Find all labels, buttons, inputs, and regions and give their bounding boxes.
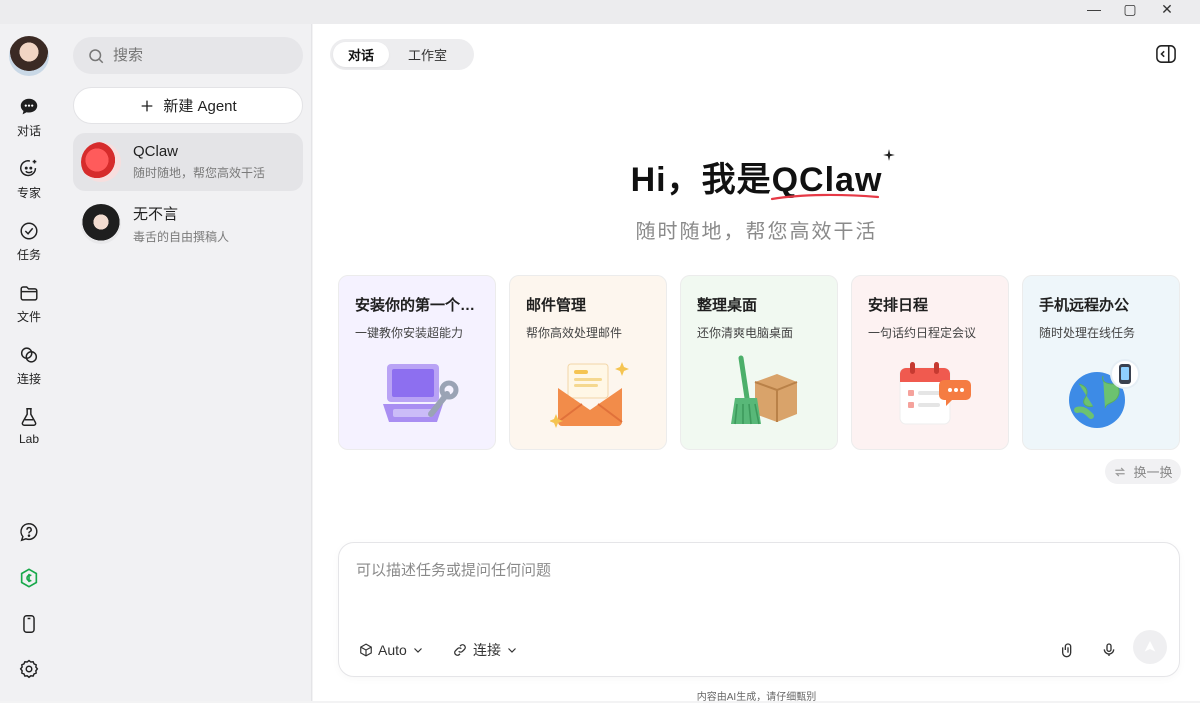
search-box[interactable] <box>73 37 303 74</box>
rail-item-tasks[interactable]: 任务 <box>0 220 58 263</box>
smile-sparkle-icon <box>20 159 37 177</box>
card-desc: 一键教你安装超能力 <box>355 326 464 340</box>
attach-button[interactable] <box>1056 638 1080 662</box>
tab-studio[interactable]: 工作室 <box>393 42 462 67</box>
minimize-button[interactable]: — <box>1076 0 1112 18</box>
search-input[interactable] <box>113 47 283 64</box>
credits-icon[interactable] <box>18 567 40 589</box>
connect-label: 连接 <box>473 642 501 658</box>
card-desktop-cleanup[interactable]: 整理桌面 还你清爽电脑桌面 <box>680 275 838 450</box>
rail-label: 专家 <box>16 186 41 200</box>
prompt-input[interactable] <box>356 559 1056 619</box>
globe-phone-icon <box>1069 359 1140 428</box>
help-bubble-icon[interactable] <box>18 521 40 543</box>
wubuyan-avatar <box>81 204 121 244</box>
new-agent-label: 新建 Agent <box>163 98 237 115</box>
composer: Auto 连接 <box>338 542 1180 677</box>
card-schedule[interactable]: 安排日程 一句话约日程定会议 <box>851 275 1009 450</box>
settings-gear-icon[interactable] <box>18 658 40 680</box>
rail-item-files[interactable]: 文件 <box>0 282 58 325</box>
card-remote-work[interactable]: 手机远程办公 随时处理在线任务 <box>1022 275 1180 450</box>
rail-item-connect[interactable]: 连接 <box>0 344 58 387</box>
send-arrow-icon <box>1144 641 1156 652</box>
shuffle-button[interactable]: 换一换 <box>1105 459 1181 484</box>
hero-subtitle: 随时随地，帮您高效干活 <box>635 221 878 243</box>
hero-title: Hi，我是QClaw <box>631 149 896 201</box>
calendar-icon <box>899 362 971 425</box>
card-title: 手机远程办公 <box>1039 297 1130 314</box>
agent-sidebar: 新建 Agent QClaw 随时随地，帮您高效干活 无不言 毒舌的自由撰稿人 <box>64 24 312 701</box>
broom-box-icon <box>731 355 798 425</box>
new-agent-button[interactable]: 新建 Agent <box>73 87 303 124</box>
card-email[interactable]: 邮件管理 帮你高效处理邮件 <box>509 275 667 450</box>
link-icon <box>454 644 466 656</box>
agent-desc: 毒舌的自由撰稿人 <box>133 230 230 244</box>
card-desc: 一句话约日程定会议 <box>868 326 977 340</box>
tab-chat[interactable]: 对话 <box>333 42 390 67</box>
shuffle-label: 换一换 <box>1133 465 1173 480</box>
phone-icon[interactable] <box>18 613 40 635</box>
chevron-down-icon <box>413 648 422 653</box>
voice-button[interactable] <box>1097 638 1121 662</box>
cube-icon <box>360 643 372 657</box>
card-title: 安装你的第一个S... <box>355 297 479 314</box>
mode-tabs: 对话 工作室 <box>330 39 474 70</box>
panel-toggle-icon[interactable] <box>1155 44 1177 64</box>
rail-label: 连接 <box>16 372 41 386</box>
rail-label: Lab <box>18 432 40 446</box>
rail-label: 文件 <box>16 310 41 324</box>
microphone-icon <box>1103 643 1115 656</box>
envelope-icon <box>550 362 629 428</box>
rail-item-expert[interactable]: 专家 <box>0 158 58 201</box>
link-icon <box>20 347 38 363</box>
hero: Hi，我是QClaw 随时随地，帮您高效干活 <box>313 149 1200 244</box>
main-panel: 对话 工作室 Hi，我是QClaw 随时随地，帮您高效干活 安装你的第一个S..… <box>313 24 1200 703</box>
rail-label: 对话 <box>16 124 41 138</box>
agent-name: QClaw <box>133 143 179 160</box>
card-desc: 帮你高效处理邮件 <box>526 326 623 340</box>
laptop-wrench-icon <box>383 364 459 422</box>
card-desc: 还你清爽电脑桌面 <box>697 326 794 340</box>
search-icon <box>89 48 104 63</box>
card-title: 整理桌面 <box>697 297 758 314</box>
plus-icon <box>141 100 153 111</box>
model-selector[interactable]: Auto <box>359 638 424 662</box>
underline-swoosh <box>771 193 880 201</box>
rail-item-lab[interactable]: Lab <box>0 406 58 446</box>
agent-item-wubuyan[interactable]: 无不言 毒舌的自由撰稿人 <box>73 195 303 253</box>
model-label: Auto <box>378 642 407 658</box>
rail-label: 任务 <box>16 248 41 262</box>
card-title: 邮件管理 <box>526 297 587 314</box>
folder-icon <box>20 286 38 301</box>
connect-selector[interactable]: 连接 <box>452 638 518 662</box>
agent-item-qclaw[interactable]: QClaw 随时随地，帮您高效干活 <box>73 133 303 191</box>
card-title: 安排日程 <box>868 297 929 314</box>
card-install-skill[interactable]: 安装你的第一个S... 一键教你安装超能力 <box>338 275 496 450</box>
check-circle-icon <box>20 222 38 240</box>
chat-bubble-icon <box>20 98 38 115</box>
rail-item-chat[interactable]: 对话 <box>0 96 58 139</box>
nav-rail: 对话 专家 任务 文件 连接 Lab <box>0 24 64 701</box>
agent-desc: 随时随地，帮您高效干活 <box>133 166 266 180</box>
sparkle-icon <box>883 149 896 161</box>
close-button[interactable]: ✕ <box>1149 0 1185 18</box>
suggestion-cards: 安装你的第一个S... 一键教你安装超能力 邮件管理 帮你高效处理邮件 整理桌面… <box>338 275 1180 450</box>
user-avatar[interactable] <box>9 36 49 76</box>
chevron-down-icon <box>508 648 516 653</box>
title-bar: — ▢ ✕ <box>0 0 1200 24</box>
agent-name: 无不言 <box>133 206 179 223</box>
card-desc: 随时处理在线任务 <box>1039 326 1136 340</box>
swap-arrows-icon <box>1115 467 1126 476</box>
flask-icon <box>21 408 37 426</box>
paperclip-icon <box>1062 643 1072 658</box>
qclaw-avatar <box>81 142 121 182</box>
maximize-button[interactable]: ▢ <box>1112 0 1148 18</box>
send-button[interactable] <box>1133 630 1167 664</box>
